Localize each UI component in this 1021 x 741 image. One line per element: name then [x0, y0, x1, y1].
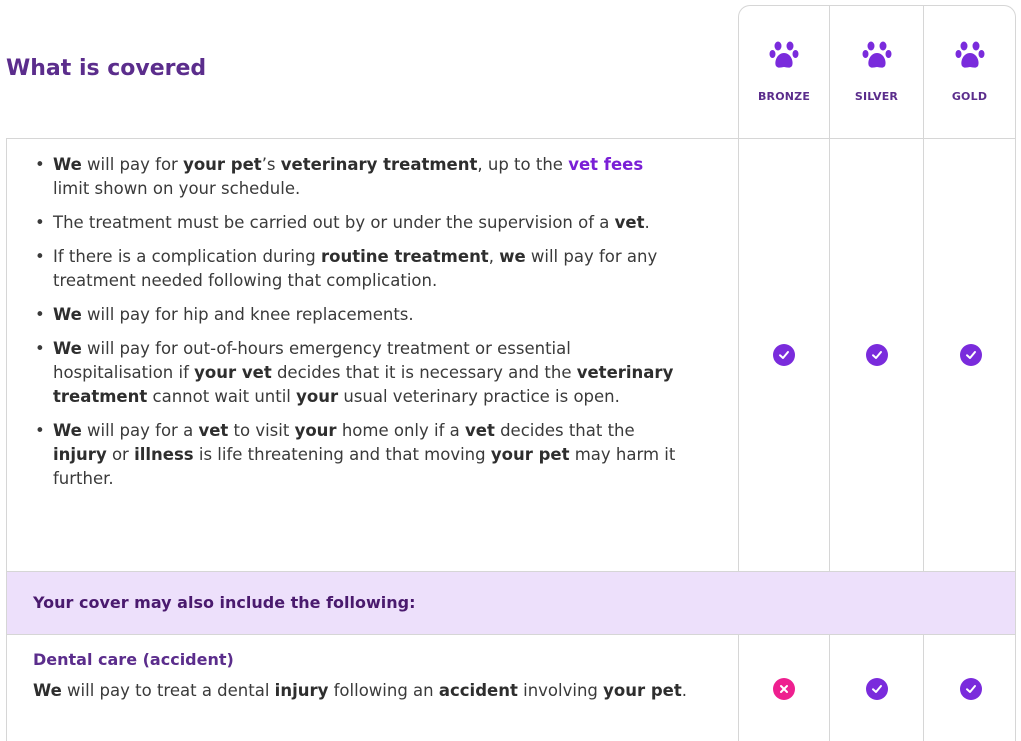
text-segment: or — [106, 445, 135, 464]
text-segment: to visit — [228, 421, 295, 440]
text-segment: will pay for hip and knee replacements. — [81, 305, 414, 324]
tier-label-silver: SILVER — [854, 90, 899, 103]
text-segment: , up to the — [477, 155, 569, 174]
emphasis-text: vet — [465, 421, 495, 440]
emphasis-text: We — [53, 305, 82, 324]
coverage-bullet: We will pay for your pet’s veterinary tr… — [33, 153, 683, 201]
text-segment: If there is a complication during — [53, 247, 321, 266]
text-segment: limit shown on your schedule. — [53, 179, 301, 198]
emphasis-text: veterinary treatment — [280, 155, 478, 174]
check-circle-icon — [960, 678, 982, 700]
coverage-table: We will pay for your pet’s veterinary tr… — [6, 138, 1016, 741]
text-segment: . — [644, 213, 650, 232]
text-segment: will pay for a — [81, 421, 199, 440]
emphasis-text: We — [33, 681, 62, 700]
optional-cover-header: Your cover may also include the followin… — [7, 572, 1015, 635]
text-segment: involving — [517, 681, 604, 700]
dental-title: Dental care (accident) — [33, 650, 234, 669]
column-divider — [738, 635, 739, 741]
coverage-bullet: We will pay for a vet to visit your home… — [33, 419, 683, 491]
paw-icon — [769, 41, 799, 68]
coverage-bullet: If there is a complication during routin… — [33, 245, 683, 293]
tier-header-gold: GOLD — [923, 5, 1016, 138]
text-segment: home only if a — [336, 421, 465, 440]
emphasis-text: We — [53, 155, 82, 174]
column-divider — [738, 139, 739, 571]
emphasis-text: illness — [134, 445, 194, 464]
emphasis-text: injury — [53, 445, 107, 464]
text-segment: , — [488, 247, 500, 266]
column-divider — [829, 139, 830, 571]
column-divider — [923, 635, 924, 741]
check-circle-icon — [866, 344, 888, 366]
paw-icon — [862, 41, 891, 68]
coverage-bullet: We will pay for hip and knee replacement… — [33, 303, 683, 327]
emphasis-text: routine treatment — [321, 247, 489, 266]
text-segment: decides that it is necessary and the — [271, 363, 577, 382]
coverage-bullet: The treatment must be carried out by or … — [33, 211, 683, 235]
optional-cover-heading: Your cover may also include the followin… — [33, 593, 416, 612]
column-divider — [923, 139, 924, 571]
check-circle-icon — [866, 678, 888, 700]
emphasis-text: your pet — [183, 155, 262, 174]
check-circle-icon — [773, 344, 795, 366]
emphasis-text: your vet — [194, 363, 272, 382]
emphasis-text: your — [294, 421, 337, 440]
text-segment: will pay for — [81, 155, 184, 174]
text-segment: will pay to treat a dental — [61, 681, 275, 700]
emphasis-text: We — [53, 421, 82, 440]
emphasis-text: your pet — [490, 445, 570, 464]
text-segment: ’s — [261, 155, 281, 174]
text-segment: following an — [328, 681, 439, 700]
column-divider — [829, 635, 830, 741]
text-segment: is life threatening and that moving — [193, 445, 491, 464]
emphasis-text: we — [499, 247, 526, 266]
coverage-bullet: We will pay for out-of-hours emergency t… — [33, 337, 683, 409]
coverage-row-vet-fees: We will pay for your pet’s veterinary tr… — [7, 139, 1015, 572]
text-segment: . — [681, 681, 687, 700]
emphasis-text: vet — [614, 213, 645, 232]
text-segment: decides that the — [494, 421, 635, 440]
emphasis-text: vet — [198, 421, 229, 440]
text-segment: usual veterinary practice is open. — [338, 387, 620, 406]
tier-header-silver: SILVER — [829, 5, 924, 138]
emphasis-text: your — [296, 387, 339, 406]
paw-icon — [955, 41, 984, 68]
emphasis-text: injury — [274, 681, 329, 700]
coverage-row-dental: Dental care (accident) We will pay to tr… — [7, 635, 1015, 741]
coverage-bullet-list: We will pay for your pet’s veterinary tr… — [33, 153, 683, 501]
page-title: What is covered — [6, 56, 207, 81]
emphasis-text: your pet — [603, 681, 682, 700]
dental-description: We will pay to treat a dental injury fol… — [33, 679, 693, 703]
text-segment: cannot wait until — [147, 387, 297, 406]
tier-header-bronze: BRONZE — [738, 5, 830, 138]
cross-circle-icon — [773, 678, 795, 700]
tier-label-bronze: BRONZE — [757, 90, 811, 103]
check-circle-icon — [960, 344, 982, 366]
emphasis-text: accident — [438, 681, 518, 700]
text-segment: The treatment must be carried out by or … — [53, 213, 615, 232]
emphasis-text: We — [53, 339, 82, 358]
defined-term-link: vet fees — [568, 155, 644, 174]
tier-label-gold: GOLD — [951, 90, 988, 103]
